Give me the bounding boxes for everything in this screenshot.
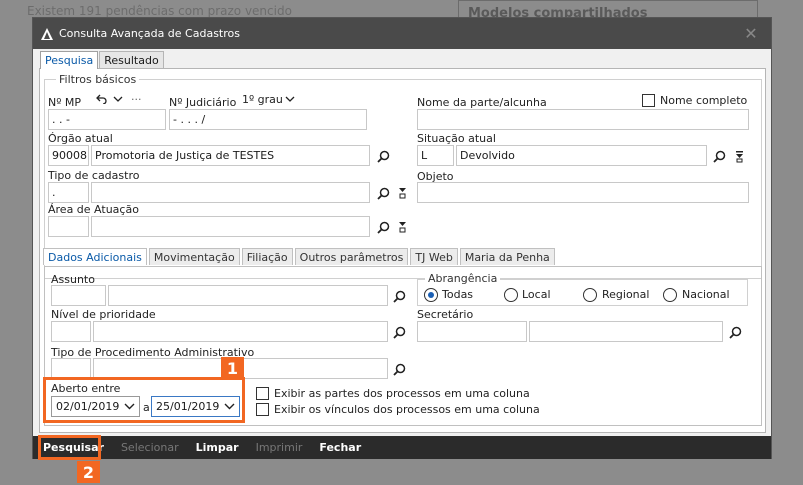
mp-label: Nº MP xyxy=(48,96,82,109)
type-search-icon[interactable] xyxy=(376,186,390,200)
priority-code-input[interactable] xyxy=(51,321,91,342)
organ-name-input[interactable]: Promotoria de Justiça de TESTES xyxy=(91,145,370,166)
priority-label: Nível de prioridade xyxy=(51,308,156,321)
scope-label-todas: Todas xyxy=(442,288,474,301)
show-links-checkbox[interactable] xyxy=(256,403,269,416)
secretary-search-icon[interactable] xyxy=(728,325,742,339)
chevron-down-icon[interactable] xyxy=(112,93,124,105)
basic-filters-legend: Filtros básicos xyxy=(56,73,140,86)
full-name-label: Nome completo xyxy=(660,94,748,107)
scope-legend: Abrangência xyxy=(425,272,501,285)
show-links-label: Exibir os vínculos dos processos em uma … xyxy=(274,403,540,416)
dialog-footer: Pesquisar Selecionar Limpar Imprimir Fec… xyxy=(33,436,771,459)
highlight-date-range xyxy=(43,377,245,423)
type-label: Tipo de cadastro xyxy=(48,169,140,182)
situation-label: Situação atual xyxy=(417,132,496,145)
undo-icon[interactable] xyxy=(95,93,107,105)
area-search-icon[interactable] xyxy=(376,220,390,234)
priority-search-icon[interactable] xyxy=(392,325,406,339)
area-label: Área de Atuação xyxy=(48,203,139,216)
type-filter-icon[interactable] xyxy=(397,185,407,199)
party-name-label: Nome da parte/alcunha xyxy=(417,96,547,109)
party-name-input[interactable] xyxy=(417,109,749,130)
secretary-code-input[interactable] xyxy=(417,321,527,342)
show-parties-label: Exibir as partes dos processos em uma co… xyxy=(274,387,530,400)
area-code-input[interactable] xyxy=(48,216,89,237)
situation-search-icon[interactable] xyxy=(712,149,726,163)
full-name-checkbox[interactable] xyxy=(642,94,655,107)
tab-dados-adicionais[interactable]: Dados Adicionais xyxy=(43,248,147,265)
tab-movimentacao[interactable]: Movimentação xyxy=(148,248,240,265)
object-input[interactable] xyxy=(417,182,749,203)
close-button[interactable]: Fechar xyxy=(319,441,361,454)
priority-name-input[interactable] xyxy=(93,321,388,342)
judicial-number-input[interactable]: - . . . / xyxy=(169,109,367,130)
situation-code-input[interactable]: L xyxy=(417,145,454,166)
scope-radio-regional[interactable] xyxy=(583,288,597,302)
annotation-badge-2: 2 xyxy=(77,461,100,483)
tab-maria-da-penha[interactable]: Maria da Penha xyxy=(459,248,555,265)
tab-filiacao[interactable]: Filiação xyxy=(241,248,293,265)
advanced-search-dialog: Consulta Avançada de Cadastros ✕ Pesquis… xyxy=(32,17,772,459)
tab-resultado[interactable]: Resultado xyxy=(99,51,164,68)
organ-search-icon[interactable] xyxy=(376,149,390,163)
degree-chevron-down-icon[interactable] xyxy=(284,93,296,105)
show-parties-checkbox[interactable] xyxy=(256,387,269,400)
scope-radio-local[interactable] xyxy=(504,288,518,302)
scope-radio-todas[interactable] xyxy=(424,288,438,302)
scope-label-regional: Regional xyxy=(602,288,650,301)
mp-more-button[interactable]: ··· xyxy=(131,93,142,106)
dialog-titlebar: Consulta Avançada de Cadastros ✕ xyxy=(33,18,771,49)
secretary-label: Secretário xyxy=(417,308,474,321)
organ-label: Órgão atual xyxy=(48,132,113,145)
scope-label-local: Local xyxy=(522,288,551,301)
subject-name-input[interactable] xyxy=(108,285,388,306)
organ-code-input[interactable]: 90008 xyxy=(48,145,89,166)
procedure-search-icon[interactable] xyxy=(392,362,406,376)
type-code-input[interactable]: . xyxy=(48,182,89,203)
situation-filter-icon[interactable] xyxy=(734,149,744,163)
degree-select[interactable]: 1º grau xyxy=(242,93,283,106)
situation-name-input[interactable]: Devolvido xyxy=(456,145,707,166)
tab-tj-web[interactable]: TJ Web xyxy=(410,248,458,265)
clear-button[interactable]: Limpar xyxy=(196,441,239,454)
app-logo-icon xyxy=(39,26,55,42)
select-button[interactable]: Selecionar xyxy=(121,441,179,454)
area-filter-icon[interactable] xyxy=(397,219,407,233)
area-name-input[interactable] xyxy=(91,216,370,237)
tab-outros-parametros[interactable]: Outros parâmetros xyxy=(294,248,409,265)
annotation-badge-1: 1 xyxy=(221,357,244,379)
secretary-name-input[interactable] xyxy=(529,321,723,342)
type-name-input[interactable] xyxy=(91,182,370,203)
subject-code-input[interactable] xyxy=(51,285,106,306)
scope-radio-nacional[interactable] xyxy=(663,288,677,302)
dialog-title: Consulta Avançada de Cadastros xyxy=(59,27,240,40)
tab-pesquisa[interactable]: Pesquisa xyxy=(40,51,99,69)
judicial-label: Nº Judiciário xyxy=(169,96,237,109)
mp-number-input[interactable]: . . - xyxy=(48,109,166,130)
scope-label-nacional: Nacional xyxy=(682,288,730,301)
subject-search-icon[interactable] xyxy=(392,289,406,303)
close-icon[interactable]: ✕ xyxy=(731,18,771,49)
print-button[interactable]: Imprimir xyxy=(256,441,303,454)
highlight-search-button xyxy=(38,435,101,460)
procedure-code-input[interactable] xyxy=(51,358,91,379)
